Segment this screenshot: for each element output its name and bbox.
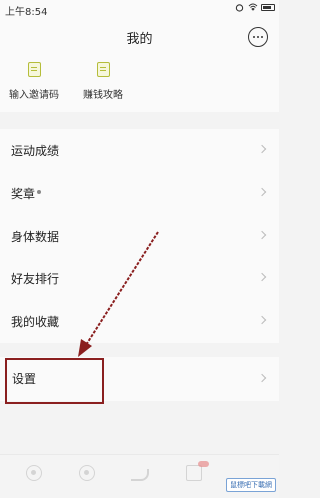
chevron-right-icon bbox=[257, 315, 267, 325]
status-bar: 上午8:54 bbox=[0, 0, 279, 18]
earning-guide-icon bbox=[96, 62, 110, 77]
menu-item-medals[interactable]: 奖章 bbox=[0, 172, 279, 215]
wifi-icon bbox=[248, 3, 258, 11]
menu-item-label: 我的收藏 bbox=[11, 315, 60, 330]
header: 我的 bbox=[0, 18, 279, 56]
message-button[interactable] bbox=[248, 27, 268, 47]
invite-code-label: 输入邀请码 bbox=[9, 90, 59, 101]
menu-item-friend-ranking[interactable]: 好友排行 bbox=[0, 257, 279, 300]
page-title: 我的 bbox=[126, 32, 153, 47]
shortcuts-bar: 输入邀请码 赚钱攻略 bbox=[0, 56, 279, 112]
chevron-right-icon bbox=[257, 144, 267, 154]
chevron-right-icon bbox=[257, 187, 267, 197]
tab-sport-icon[interactable] bbox=[131, 469, 149, 481]
settings-highlight-box bbox=[5, 358, 104, 404]
earning-guide-label: 赚钱攻略 bbox=[83, 90, 123, 101]
chevron-right-icon bbox=[257, 373, 267, 383]
chevron-right-icon bbox=[257, 273, 267, 282]
status-icons bbox=[235, 3, 275, 12]
tab-message-icon[interactable] bbox=[186, 465, 202, 481]
watermark-logo: 鼠標吧下載網 bbox=[226, 478, 276, 492]
menu-list: 运动成绩 奖章 身体数据 好友排行 我的收藏 bbox=[0, 129, 279, 343]
menu-item-label: 奖章 bbox=[11, 185, 42, 202]
menu-item-label: 身体数据 bbox=[11, 229, 60, 244]
notification-badge bbox=[198, 461, 209, 467]
earning-guide-shortcut[interactable]: 赚钱攻略 bbox=[73, 62, 133, 101]
menu-item-label: 好友排行 bbox=[11, 272, 60, 287]
chevron-right-icon bbox=[257, 230, 267, 239]
message-icon bbox=[253, 36, 255, 38]
invite-code-shortcut[interactable]: 输入邀请码 bbox=[4, 62, 64, 101]
tab-home-icon[interactable] bbox=[26, 465, 42, 481]
menu-item-body-data[interactable]: 身体数据 bbox=[0, 215, 279, 258]
battery-icon bbox=[261, 3, 275, 11]
invite-code-icon bbox=[27, 62, 41, 77]
status-time: 上午8:54 bbox=[5, 7, 48, 18]
alarm-icon bbox=[235, 3, 244, 12]
menu-item-sports-results[interactable]: 运动成绩 bbox=[0, 129, 279, 172]
new-dot-badge bbox=[37, 190, 42, 195]
menu-item-favorites[interactable]: 我的收藏 bbox=[0, 300, 279, 343]
menu-item-label: 运动成绩 bbox=[11, 144, 60, 158]
tab-discover-icon[interactable] bbox=[79, 465, 95, 481]
